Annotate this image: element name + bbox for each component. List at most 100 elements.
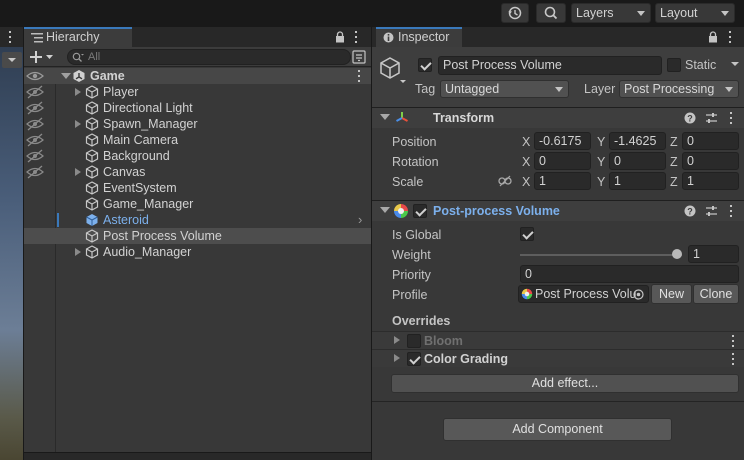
hierarchy-item[interactable]: Background: [24, 148, 371, 164]
tab-inspector[interactable]: Inspector: [376, 27, 462, 47]
more-options-icon[interactable]: [731, 335, 735, 347]
scale-z-field[interactable]: 1: [682, 172, 739, 190]
more-options-icon[interactable]: [357, 70, 361, 82]
hidden-eye-icon[interactable]: [25, 164, 45, 180]
rotation-x-field[interactable]: 0: [534, 152, 591, 170]
is-global-checkbox[interactable]: [520, 227, 534, 241]
hierarchy-item[interactable]: Canvas: [24, 164, 371, 180]
more-options-icon[interactable]: [354, 31, 358, 43]
scene-visibility-toggle[interactable]: [352, 50, 366, 64]
layer-dropdown[interactable]: Post Processing: [619, 80, 739, 98]
weight-slider-thumb[interactable]: [672, 249, 682, 259]
active-checkbox[interactable]: [418, 58, 432, 72]
expand-arrow-icon[interactable]: [75, 120, 81, 128]
help-icon[interactable]: ?: [684, 205, 696, 217]
tab-hierarchy[interactable]: Hierarchy: [24, 27, 132, 47]
position-label: Position: [392, 135, 437, 149]
svg-text:?: ?: [687, 114, 693, 124]
scene-view-edge: [0, 27, 23, 460]
fold-arrow-icon[interactable]: [380, 207, 390, 213]
layout-label: Layout: [660, 6, 698, 20]
new-profile-button[interactable]: New: [651, 284, 692, 304]
override-effect-row[interactable]: Color Grading: [372, 349, 744, 367]
rotation-z-field[interactable]: 0: [682, 152, 739, 170]
position-y-field[interactable]: -1.4625: [609, 132, 666, 150]
scale-x-field[interactable]: 1: [534, 172, 591, 190]
profile-field[interactable]: Post Process Volu: [518, 285, 649, 303]
hierarchy-item[interactable]: Directional Light: [24, 100, 371, 116]
layers-dropdown[interactable]: Layers: [571, 3, 651, 23]
more-options-icon[interactable]: [8, 31, 12, 43]
expand-arrow-icon[interactable]: [61, 73, 71, 79]
hierarchy-item[interactable]: Game_Manager: [24, 196, 371, 212]
scene-row-game[interactable]: Game: [24, 68, 371, 84]
create-button[interactable]: [28, 48, 58, 66]
rotation-y-field[interactable]: 0: [609, 152, 666, 170]
transform-header[interactable]: Transform ?: [372, 107, 744, 128]
gameobject-icon[interactable]: [378, 55, 408, 85]
object-name-field[interactable]: Post Process Volume: [438, 56, 662, 75]
hidden-eye-icon[interactable]: [25, 116, 45, 132]
effect-enabled-checkbox[interactable]: [407, 334, 421, 348]
history-button[interactable]: [501, 3, 529, 23]
hierarchy-item[interactable]: Post Process Volume: [24, 228, 371, 244]
expand-arrow-icon[interactable]: [75, 88, 81, 96]
effect-enabled-checkbox[interactable]: [407, 352, 421, 366]
hidden-eye-icon[interactable]: [25, 100, 45, 116]
position-x-label: X: [522, 135, 531, 149]
expand-arrow-icon[interactable]: [75, 248, 81, 256]
post-process-volume-header[interactable]: Post-process Volume ?: [372, 200, 744, 221]
tag-dropdown[interactable]: Untagged: [440, 80, 569, 98]
gameobject-icon: [85, 197, 99, 211]
help-icon[interactable]: ?: [684, 112, 696, 124]
priority-field[interactable]: 0: [520, 265, 739, 283]
more-options-icon[interactable]: [729, 112, 733, 124]
presets-icon[interactable]: [705, 205, 718, 217]
link-icon[interactable]: [498, 175, 512, 187]
weight-field[interactable]: 1: [688, 245, 739, 263]
hierarchy-item[interactable]: Audio_Manager: [24, 244, 371, 260]
inspector-tab-label: Inspector: [398, 30, 450, 44]
more-options-icon[interactable]: [729, 205, 733, 217]
hierarchy-item[interactable]: EventSystem: [24, 180, 371, 196]
scene-dropdown[interactable]: [2, 52, 22, 68]
chevron-right-icon[interactable]: ›: [358, 212, 362, 228]
add-effect-button[interactable]: Add effect...: [391, 374, 739, 393]
hierarchy-item[interactable]: Player: [24, 84, 371, 100]
more-options-icon[interactable]: [728, 31, 732, 43]
scale-y-field[interactable]: 1: [609, 172, 666, 190]
fold-arrow-icon[interactable]: [380, 114, 390, 120]
clone-profile-button[interactable]: Clone: [693, 284, 739, 304]
add-component-button[interactable]: Add Component: [443, 418, 672, 441]
hierarchy-item[interactable]: Main Camera: [24, 132, 371, 148]
presets-icon[interactable]: [705, 112, 718, 124]
hierarchy-search-input[interactable]: All: [67, 49, 351, 65]
post-process-enabled-checkbox[interactable]: [413, 204, 427, 218]
expand-arrow-icon[interactable]: [394, 354, 400, 362]
layout-dropdown[interactable]: Layout: [655, 3, 735, 23]
object-picker-icon[interactable]: [633, 289, 644, 300]
weight-slider-track[interactable]: [520, 254, 682, 256]
search-button[interactable]: [536, 3, 566, 23]
expand-arrow-icon[interactable]: [394, 336, 400, 344]
hidden-eye-icon[interactable]: [25, 132, 45, 148]
eye-icon[interactable]: [25, 68, 45, 84]
weight-label: Weight: [392, 248, 431, 262]
more-options-icon[interactable]: [731, 353, 735, 365]
post-process-icon: [394, 204, 408, 218]
chevron-down-icon[interactable]: [729, 57, 741, 71]
post-process-profile-icon: [521, 288, 533, 300]
hidden-eye-icon[interactable]: [25, 148, 45, 164]
lock-icon[interactable]: [708, 31, 718, 43]
hierarchy-item[interactable]: Asteroid ›: [24, 212, 371, 228]
hidden-eye-icon[interactable]: [25, 84, 45, 100]
override-effect-row[interactable]: Bloom: [372, 331, 744, 349]
hierarchy-item[interactable]: Spawn_Manager: [24, 116, 371, 132]
lock-icon[interactable]: [335, 31, 345, 43]
static-checkbox[interactable]: [667, 58, 681, 72]
position-x-field[interactable]: -0.6175: [534, 132, 591, 150]
layer-label: Layer: [584, 82, 616, 96]
expand-arrow-icon[interactable]: [75, 168, 81, 176]
highlight-marker: [57, 213, 59, 227]
position-z-field[interactable]: 0: [682, 132, 739, 150]
